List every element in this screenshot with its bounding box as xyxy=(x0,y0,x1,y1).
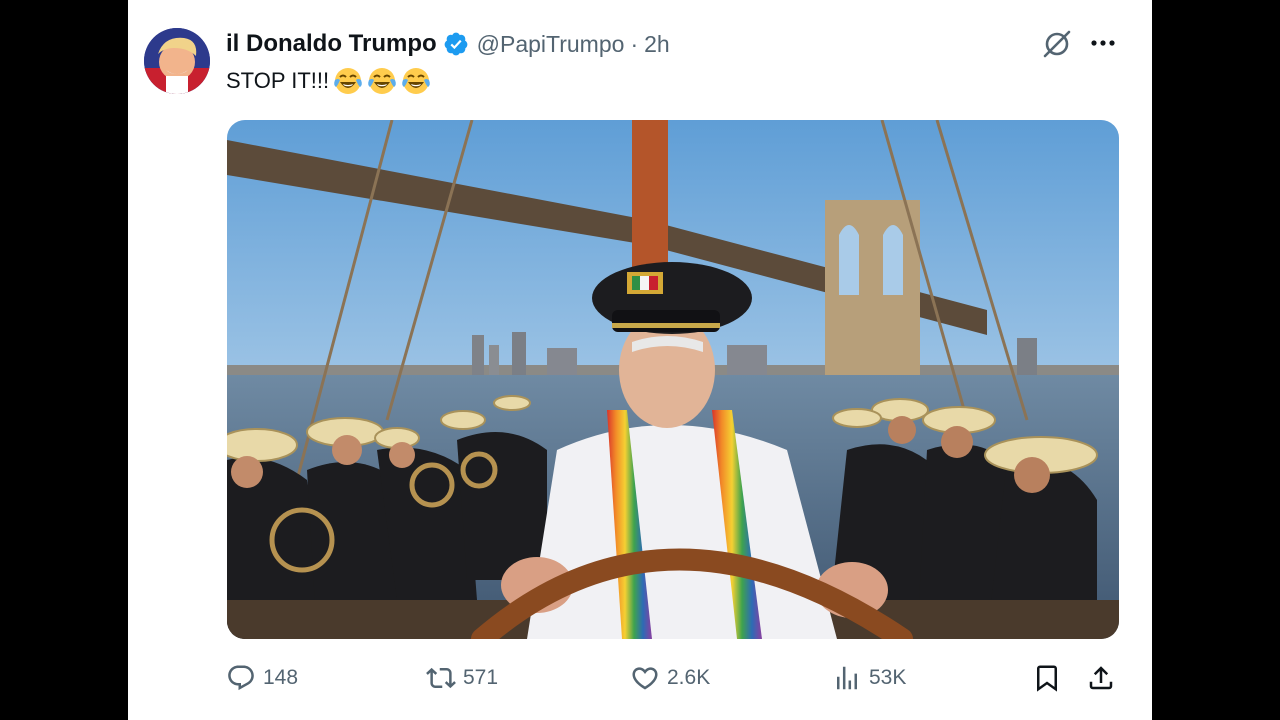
views-icon xyxy=(837,666,857,690)
author-display-name[interactable]: il Donaldo Trumpo xyxy=(226,30,437,58)
action-bar: 148 571 2.6K 53K xyxy=(226,658,1122,698)
bookmark-icon xyxy=(1037,665,1057,692)
grok-icon[interactable] xyxy=(1040,27,1074,61)
like-button[interactable]: 2.6K xyxy=(630,658,710,698)
more-icon[interactable] xyxy=(1088,30,1118,56)
repost-button[interactable]: 571 xyxy=(426,658,498,698)
post-time[interactable]: 2h xyxy=(644,31,670,58)
face-with-tears-of-joy-icon xyxy=(368,68,396,94)
repost-icon xyxy=(426,667,456,689)
repost-count: 571 xyxy=(463,666,499,689)
separator-dot: · xyxy=(630,30,639,57)
heart-icon xyxy=(632,667,658,690)
post-text: STOP IT!!! xyxy=(226,66,431,96)
avatar[interactable] xyxy=(144,28,210,94)
like-count: 2.6K xyxy=(667,666,711,689)
share-icon xyxy=(1089,666,1113,690)
reply-button[interactable]: 148 xyxy=(226,658,298,698)
view-count: 53K xyxy=(869,666,907,689)
post-text-content: STOP IT!!! xyxy=(226,68,330,93)
reply-icon xyxy=(228,665,254,691)
post-card[interactable]: il Donaldo Trumpo @PapiTrumpo · 2h STOP … xyxy=(128,0,1152,720)
post-header: il Donaldo Trumpo @PapiTrumpo · 2h xyxy=(226,28,670,60)
views-button[interactable]: 53K xyxy=(832,658,906,698)
author-handle[interactable]: @PapiTrumpo xyxy=(477,31,625,58)
post-image[interactable] xyxy=(227,120,1119,639)
face-with-tears-of-joy-icon xyxy=(402,68,430,94)
share-button[interactable] xyxy=(1086,658,1116,698)
reply-count: 148 xyxy=(263,666,299,689)
verified-badge-icon xyxy=(444,32,468,56)
face-with-tears-of-joy-icon xyxy=(334,68,362,94)
bookmark-button[interactable] xyxy=(1032,658,1062,698)
post-image-illustration xyxy=(227,120,1119,639)
emoji-group xyxy=(333,66,431,96)
